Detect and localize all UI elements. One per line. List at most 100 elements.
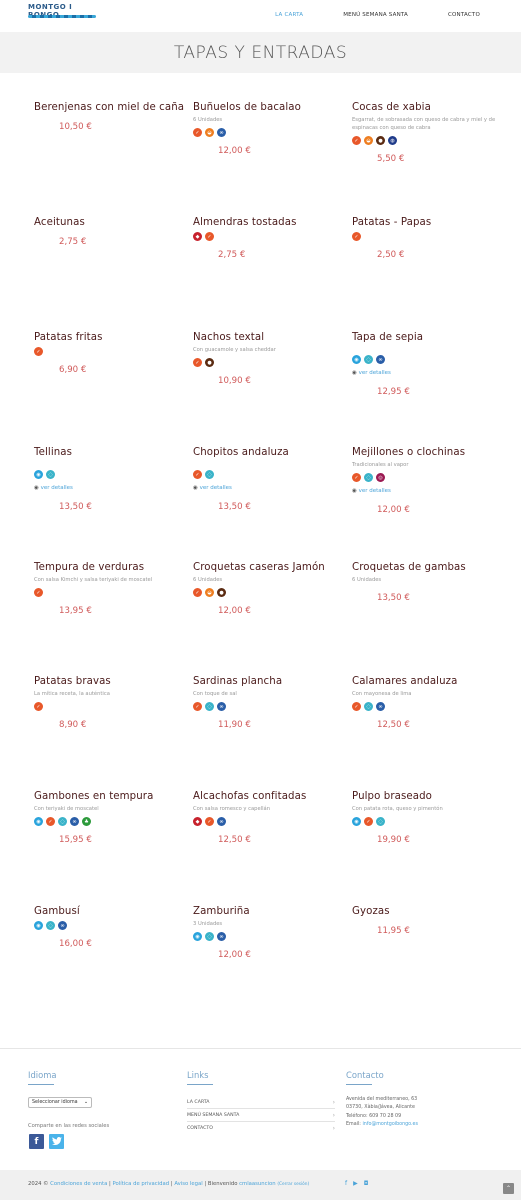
nav-la-carta[interactable]: LA CARTA xyxy=(275,12,303,18)
allergen-icons: ✓ ● xyxy=(193,358,343,367)
menu-item: Gambusí ◉ ◌ ∞ xyxy=(34,906,184,930)
menu-item-price: 12,00 € xyxy=(377,505,410,515)
allergen-icons: ◉ ◌ ∞ xyxy=(34,921,184,930)
allergen-icons: ◉ ◌ xyxy=(34,470,184,479)
menu-item-description: Con teriyaki de moscatel xyxy=(34,806,99,812)
footer-links-list: LA CARTA › MENÚ SEMANA SANTA › CONTACTO › xyxy=(187,1096,335,1135)
allergen-icons: ◉ ◌ ∞ xyxy=(352,355,502,364)
footer-link-label: LA CARTA xyxy=(187,1099,210,1105)
menu-item-name: Tempura de verduras xyxy=(34,562,145,573)
pescado-icon: ∞ xyxy=(70,817,79,826)
huevo-icon: ● xyxy=(205,358,214,367)
menu-item-name: Patatas fritas xyxy=(34,332,103,343)
allergen-icons: ◆ ✓ ∞ xyxy=(193,817,343,826)
gluten-icon: ✓ xyxy=(193,128,202,137)
menu-item-name: Berenjenas con miel de caña xyxy=(34,102,185,113)
top-bar: MONTGO I BONGO LA CARTA MENÚ SEMANA SANT… xyxy=(0,0,521,32)
menu-item-description: Esgarrat, de sobrasada con queso de cabr… xyxy=(352,117,496,131)
menu-item-price: 2,75 € xyxy=(59,237,87,247)
gluten-icon: ✓ xyxy=(352,136,361,145)
crustaceos-icon: ◌ xyxy=(58,817,67,826)
scroll-to-top-button[interactable]: ⌃ xyxy=(503,1183,514,1194)
footer-links: Links xyxy=(187,1070,213,1085)
menu-item: Pulpo braseado Con patata rota, queso y p… xyxy=(352,791,502,826)
menu-item-description: 6 Unidades xyxy=(352,577,382,583)
privacy-link[interactable]: Política de privacidad xyxy=(113,1181,170,1187)
menu-item: Patatas fritas ✓ xyxy=(34,332,184,356)
apio-icon: ♣ xyxy=(82,817,91,826)
footer-link-label: CONTACTO xyxy=(187,1126,213,1131)
menu-item: Berenjenas con miel de caña xyxy=(34,102,184,113)
terms-link[interactable]: Condiciones de venta xyxy=(50,1181,107,1187)
menu-item-name: Sardinas plancha xyxy=(193,676,283,687)
pescado-icon: ∞ xyxy=(58,921,67,930)
pescado-icon: ∞ xyxy=(217,932,226,941)
language-select[interactable]: Seleccionar idioma ⌄ xyxy=(28,1097,92,1108)
menu-item-name: Gambusí xyxy=(34,906,80,917)
copyright-text: 2024 © xyxy=(28,1181,51,1187)
ver-detalles-link[interactable]: ◉ ver detalles xyxy=(352,370,502,376)
menu-item-description: 6 Unidades xyxy=(193,117,223,123)
logout-link[interactable]: (Cerrar sesión) xyxy=(277,1182,309,1187)
menu-item-name: Gambones en tempura xyxy=(34,791,154,802)
logo[interactable]: MONTGO I BONGO xyxy=(28,3,96,19)
gluten-icon: ✓ xyxy=(205,817,214,826)
allergen-icons: ◉ ✓ ◌ xyxy=(352,817,502,826)
facebook-share-icon[interactable]: f xyxy=(29,1134,44,1149)
lacteos-icon: ◒ xyxy=(205,588,214,597)
twitter-share-icon[interactable] xyxy=(49,1134,64,1149)
menu-item-price: 10,90 € xyxy=(218,376,251,386)
menu-item-price: 6,90 € xyxy=(59,365,87,375)
menu-item-name: Tapa de sepia xyxy=(352,332,424,343)
legal-link[interactable]: Aviso legal xyxy=(174,1181,202,1187)
menu-item-price: 16,00 € xyxy=(59,939,92,949)
gluten-icon: ✓ xyxy=(34,347,43,356)
user-link[interactable]: cmlaasuncion xyxy=(239,1181,276,1187)
moluscos-icon: ◉ xyxy=(34,470,43,479)
email-row: Email: info@montgoibongo.es xyxy=(346,1121,418,1129)
chevron-right-icon: › xyxy=(332,1111,335,1119)
allergen-icons: ◆ ✓ xyxy=(193,232,343,241)
ver-detalles-link[interactable]: ◉ ver detalles xyxy=(193,485,343,491)
menu-item: Zamburiña 3 Unidades ◉ ◌ ∞ xyxy=(193,906,343,941)
moluscos-icon: ◉ xyxy=(34,921,43,930)
menu-item: Patatas bravas La mítica receta, la autén… xyxy=(34,676,184,711)
menu-item-name: Gyozas xyxy=(352,906,390,917)
menu-item: Gyozas xyxy=(352,906,502,917)
ver-detalles-label: ver detalles xyxy=(199,485,232,491)
idioma-title: Idioma xyxy=(28,1070,57,1080)
idioma-underline xyxy=(28,1084,54,1085)
menu-item: Croquetas de gambas 6 Unidades xyxy=(352,562,502,584)
footer-link-la-carta[interactable]: LA CARTA › xyxy=(187,1096,335,1109)
copyright: 2024 © Condiciones de venta | Política d… xyxy=(28,1181,309,1187)
crustaceos-icon: ◌ xyxy=(364,355,373,364)
ver-detalles-label: ver detalles xyxy=(358,370,391,376)
nav-menu-semana-santa[interactable]: MENÚ SEMANA SANTA xyxy=(343,12,408,18)
menu-item-name: Chopitos andaluza xyxy=(193,447,289,458)
allergen-icons: ✓ ◌ xyxy=(193,470,343,479)
gluten-icon: ✓ xyxy=(193,588,202,597)
facebook-icon[interactable]: f xyxy=(345,1180,347,1187)
instagram-icon[interactable]: ◘ xyxy=(364,1180,369,1187)
footer-link-contacto[interactable]: CONTACTO › xyxy=(187,1122,335,1135)
ver-detalles-link[interactable]: ◉ ver detalles xyxy=(352,488,502,494)
menu-item-price: 13,50 € xyxy=(377,593,410,603)
menu-item-price: 12,95 € xyxy=(377,387,410,397)
allergen-icons: ✓ xyxy=(34,702,184,711)
chevron-up-icon: ⌃ xyxy=(505,1185,512,1192)
menu-item-price: 11,90 € xyxy=(218,720,251,730)
footer-link-label: MENÚ SEMANA SANTA xyxy=(187,1112,240,1118)
menu-item-name: Croquetas de gambas xyxy=(352,562,466,573)
bottom-bar: 2024 © Condiciones de venta | Política d… xyxy=(0,1170,521,1200)
language-select-label: Seleccionar idioma xyxy=(32,1100,78,1105)
youtube-icon[interactable]: ▶ xyxy=(353,1180,358,1187)
email-link[interactable]: info@montgoibongo.es xyxy=(362,1122,418,1127)
footer-link-menu-semana-santa[interactable]: MENÚ SEMANA SANTA › xyxy=(187,1109,335,1122)
allergen-icons: ✓ ◌ ◎ xyxy=(352,473,502,482)
sulfitos-icon: ◎ xyxy=(376,473,385,482)
nav-contacto[interactable]: CONTACTO xyxy=(448,12,480,18)
pescado-icon: ∞ xyxy=(217,702,226,711)
ver-detalles-link[interactable]: ◉ ver detalles xyxy=(34,485,184,491)
menu-item-description: La mítica receta, la auténtica xyxy=(34,691,110,697)
lacteos-icon: ◒ xyxy=(364,136,373,145)
